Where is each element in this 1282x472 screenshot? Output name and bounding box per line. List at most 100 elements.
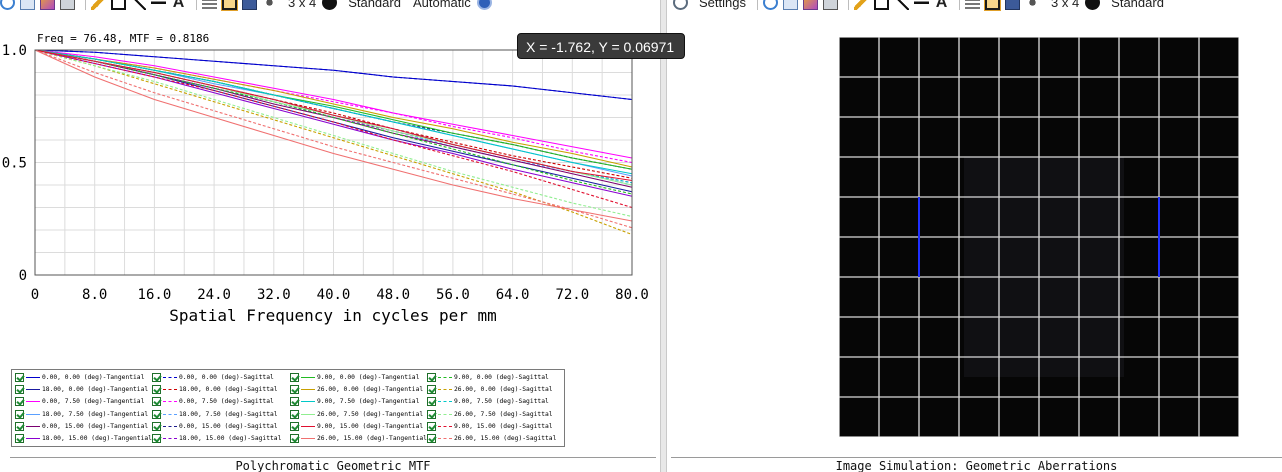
legend-item[interactable]: 18.00, 0.00 (deg)-Sagittal xyxy=(152,384,278,395)
legend-label: 26.00, 0.00 (deg)-Sagittal xyxy=(454,386,553,394)
legend-checkbox[interactable] xyxy=(15,385,24,395)
layout-label[interactable]: 3 x 4 xyxy=(1051,0,1079,10)
pencil-icon[interactable] xyxy=(853,0,869,10)
legend-checkbox[interactable] xyxy=(427,397,436,407)
x-tick-label: 32.0 xyxy=(257,287,291,303)
chart-grid xyxy=(35,50,632,275)
legend-label: 0.00, 15.00 (deg)-Sagittal xyxy=(179,422,278,430)
legend-item[interactable]: 9.00, 0.00 (deg)-Tangential xyxy=(290,372,419,383)
legend-item[interactable]: 26.00, 0.00 (deg)-Tangential xyxy=(290,384,423,395)
layout-icon[interactable] xyxy=(1024,0,1040,10)
legend-item[interactable]: 0.00, 7.50 (deg)-Tangential xyxy=(15,396,144,407)
legend-item[interactable]: 9.00, 7.50 (deg)-Tangential xyxy=(290,396,419,407)
legend-checkbox[interactable] xyxy=(290,434,299,443)
legend-item[interactable]: 9.00, 15.00 (deg)-Tangential xyxy=(290,421,423,432)
legend-swatch xyxy=(301,401,315,403)
window-icon[interactable] xyxy=(1004,0,1020,10)
legend-checkbox[interactable] xyxy=(15,409,24,419)
right-panel-title: Image Simulation: Geometric Aberrations xyxy=(671,457,1282,472)
legend-checkbox[interactable] xyxy=(290,409,299,419)
legend-checkbox[interactable] xyxy=(290,373,299,382)
legend-checkbox[interactable] xyxy=(152,373,161,382)
legend-item[interactable]: 9.00, 15.00 (deg)-Sagittal xyxy=(427,421,553,432)
style-dropdown[interactable]: Standard xyxy=(1111,0,1164,10)
legend-checkbox[interactable] xyxy=(15,373,24,382)
hline-tool-icon[interactable] xyxy=(913,0,929,10)
y-tick-label: 0 xyxy=(19,268,27,284)
legend-checkbox[interactable] xyxy=(427,385,436,395)
legend-checkbox[interactable] xyxy=(15,434,24,443)
legend-item[interactable]: 26.00, 15.00 (deg)-Sagittal xyxy=(427,433,556,444)
right-toolbar: Settings A 3 x 4 Standard xyxy=(667,0,1282,11)
frame-icon[interactable] xyxy=(983,0,1001,11)
legend-label: 18.00, 0.00 (deg)-Tangential xyxy=(42,386,149,394)
refresh-icon[interactable] xyxy=(762,0,778,10)
x-tick-label: 40.0 xyxy=(317,287,351,303)
legend-item[interactable]: 18.00, 15.00 (deg)-Sagittal xyxy=(152,433,281,444)
legend-item[interactable]: 0.00, 7.50 (deg)-Sagittal xyxy=(152,396,274,407)
legend-item[interactable]: 18.00, 7.50 (deg)-Tangential xyxy=(15,409,148,420)
legend-item[interactable]: 26.00, 7.50 (deg)-Tangential xyxy=(290,409,423,420)
toolbar-separator xyxy=(847,0,849,10)
legend-checkbox[interactable] xyxy=(427,409,436,419)
legend-item[interactable]: 26.00, 0.00 (deg)-Sagittal xyxy=(427,384,553,395)
settings-button[interactable]: Settings xyxy=(699,0,746,10)
copy-icon[interactable] xyxy=(782,0,798,10)
legend-item[interactable]: 9.00, 7.50 (deg)-Sagittal xyxy=(427,396,549,407)
y-tick-label: 1.0 xyxy=(2,43,27,59)
legend-checkbox[interactable] xyxy=(290,385,299,395)
legend-label: 9.00, 0.00 (deg)-Sagittal xyxy=(454,374,549,381)
save-image-icon[interactable] xyxy=(802,0,818,10)
legend-label: 26.00, 7.50 (deg)-Tangential xyxy=(317,410,424,418)
legend-label: 18.00, 7.50 (deg)-Tangential xyxy=(42,410,149,418)
legend-checkbox[interactable] xyxy=(427,373,436,382)
legend-label: 9.00, 15.00 (deg)-Tangential xyxy=(317,422,424,430)
legend-label: 26.00, 0.00 (deg)-Tangential xyxy=(317,386,424,394)
legend-swatch xyxy=(301,413,315,415)
x-tick-label: 56.0 xyxy=(436,287,470,303)
legend-checkbox[interactable] xyxy=(15,421,24,431)
legend-item[interactable]: 18.00, 0.00 (deg)-Tangential xyxy=(15,384,148,395)
legend-checkbox[interactable] xyxy=(427,434,436,443)
legend-swatch xyxy=(163,401,177,403)
legend-label: 26.00, 15.00 (deg)-Sagittal xyxy=(454,435,557,442)
legend-label: 18.00, 15.00 (deg)-Tangential xyxy=(42,435,152,442)
panel-splitter[interactable] xyxy=(660,0,667,472)
legend-swatch xyxy=(301,389,315,391)
legend-label: 26.00, 15.00 (deg)-Tangential xyxy=(317,435,427,442)
legend-item[interactable]: 26.00, 7.50 (deg)-Sagittal xyxy=(427,409,553,420)
notes-icon[interactable] xyxy=(964,0,980,10)
legend-swatch xyxy=(26,401,40,403)
line-tool-icon[interactable] xyxy=(893,0,909,10)
rectangle-tool-icon[interactable] xyxy=(873,0,889,10)
legend-item[interactable]: 26.00, 15.00 (deg)-Tangential xyxy=(290,433,427,444)
text-tool-icon[interactable]: A xyxy=(934,0,949,10)
legend-checkbox[interactable] xyxy=(290,397,299,407)
mtf-panel: A 3 x 4 Standard Automatic Freq = 76.48,… xyxy=(0,0,660,472)
legend-swatch xyxy=(438,413,452,415)
x-tick-label: 8.0 xyxy=(82,287,107,303)
legend-item[interactable]: 0.00, 0.00 (deg)-Sagittal xyxy=(152,372,274,383)
simulated-image[interactable] xyxy=(838,36,1240,438)
legend-checkbox[interactable] xyxy=(15,397,24,407)
chart-ticks: 0 8.0 16.0 24.0 32.0 40.0 48.0 56.0 64.0 72.0 80.0… xyxy=(2,43,649,303)
print-icon[interactable] xyxy=(822,0,838,10)
legend-swatch xyxy=(438,389,452,391)
legend-checkbox[interactable] xyxy=(152,434,161,443)
legend-item[interactable]: 18.00, 15.00 (deg)-Tangential xyxy=(15,433,152,444)
legend-checkbox[interactable] xyxy=(152,385,161,395)
legend-checkbox[interactable] xyxy=(290,421,299,431)
settings-chevron-icon[interactable] xyxy=(673,0,688,10)
legend-item[interactable]: 9.00, 0.00 (deg)-Sagittal xyxy=(427,372,549,383)
settings-circle-icon[interactable] xyxy=(1085,0,1101,10)
legend-item[interactable]: 0.00, 15.00 (deg)-Tangential xyxy=(15,421,148,432)
legend-checkbox[interactable] xyxy=(152,397,161,407)
image-simulation-panel: Settings A 3 x 4 Standard Image Simulati… xyxy=(667,0,1282,472)
legend-checkbox[interactable] xyxy=(152,421,161,431)
legend-item[interactable]: 18.00, 7.50 (deg)-Sagittal xyxy=(152,409,278,420)
legend-checkbox[interactable] xyxy=(152,409,161,419)
legend-checkbox[interactable] xyxy=(427,421,436,431)
legend-swatch xyxy=(163,425,177,427)
legend-item[interactable]: 0.00, 0.00 (deg)-Tangential xyxy=(15,372,144,383)
legend-item[interactable]: 0.00, 15.00 (deg)-Sagittal xyxy=(152,421,278,432)
